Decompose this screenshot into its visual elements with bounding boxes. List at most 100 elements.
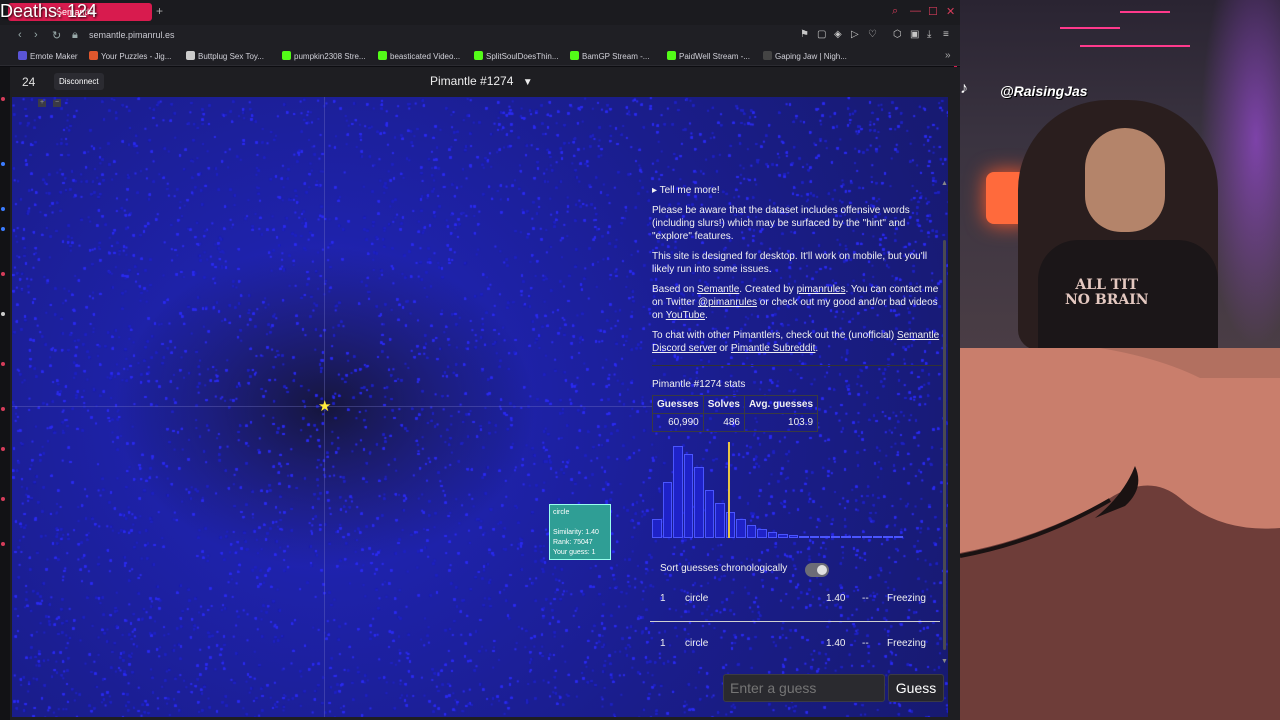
guess-word: circle xyxy=(685,593,709,604)
histogram-bar xyxy=(893,536,903,538)
author-link[interactable]: pimanrules xyxy=(797,284,846,295)
lock-icon: 🔒︎ xyxy=(72,29,78,41)
menu-icon[interactable]: ≡ xyxy=(943,29,949,40)
histogram-bar xyxy=(704,490,714,538)
credits: Based on Semantle. Created by pimanrules… xyxy=(652,284,939,321)
bookmark-favicon-icon xyxy=(474,51,483,60)
word-tooltip: circle Similarity: 1.40 Rank: 75047 Your… xyxy=(549,504,611,560)
url-field[interactable]: semantle.pimanrul.es xyxy=(89,30,175,40)
sidebar-dot[interactable] xyxy=(1,362,5,366)
page-title[interactable]: Pimantle #1274 ▼ xyxy=(430,74,533,88)
dropdown-caret-icon: ▼ xyxy=(522,77,533,88)
address-bar: ‹ › ↻ 🔒︎ semantle.pimanrul.es ⚑ ▢ ◈ ▷ ♡ … xyxy=(0,25,960,67)
guess-button[interactable]: Guess xyxy=(888,674,944,702)
bookmark-item[interactable]: pumpkin2308 Stre... xyxy=(282,51,366,61)
histogram-bar xyxy=(788,534,798,538)
scroll-up-icon[interactable]: ▲ xyxy=(941,180,948,187)
subreddit-link[interactable]: Pimantle Subreddit xyxy=(731,343,816,354)
bookmark-icon[interactable]: ⚑ xyxy=(800,29,809,40)
sidebar-dot[interactable] xyxy=(1,207,5,211)
stream-layout: Semantle + ⌕ — ☐ ✕ ‹ › ↻ 🔒︎ semantle.pim… xyxy=(0,0,1280,720)
sidebar-dot[interactable] xyxy=(1,497,5,501)
histogram-bar xyxy=(746,525,756,538)
guess-row: 1 circle 1.40 -- Freezing xyxy=(660,593,940,607)
scroll-down-icon[interactable]: ▼ xyxy=(941,658,948,665)
reload-icon[interactable]: ↻ xyxy=(52,29,61,42)
histogram-bar xyxy=(862,536,872,538)
tooltip-word: circle xyxy=(553,509,570,516)
new-tab-icon[interactable]: + xyxy=(156,4,163,18)
minimize-icon[interactable]: — xyxy=(910,5,921,17)
histogram-bar xyxy=(830,536,840,538)
webcam-feed: ALL TIT NO BRAIN xyxy=(960,0,1280,348)
desktop-note: This site is designed for desktop. It'll… xyxy=(652,251,928,275)
bookmark-label: Gaping Jaw | Nigh... xyxy=(775,52,847,61)
sidebar-strip xyxy=(0,67,10,720)
bookmark-item[interactable]: Your Puzzles - Jig... xyxy=(89,51,171,61)
bookmark-label: PaidWell Stream -... xyxy=(679,52,750,61)
offensive-warning: Please be aware that the dataset include… xyxy=(652,205,910,242)
stats-avg-guesses: 103.9 xyxy=(743,413,819,432)
panel-divider xyxy=(652,365,942,366)
bookmark-favicon-icon xyxy=(18,51,27,60)
tooltip-rank: Rank: 75047 xyxy=(553,539,593,546)
extensions-icon[interactable]: ⬡ xyxy=(893,29,902,40)
bookmark-item[interactable]: Buttplug Sex Toy... xyxy=(186,51,264,61)
download-icon[interactable]: ⤓ xyxy=(927,29,931,40)
bookmark-item[interactable]: Gaping Jaw | Nigh... xyxy=(763,51,847,61)
close-icon[interactable]: ✕ xyxy=(946,5,955,18)
histogram-bar xyxy=(809,535,819,538)
guess-similarity: 1.40 xyxy=(826,638,846,649)
histogram-bar xyxy=(715,503,725,538)
bookmark-favicon-icon xyxy=(570,51,579,60)
histogram-bar xyxy=(799,535,809,538)
bookmark-item[interactable]: beasticated Video... xyxy=(378,51,460,61)
screenshot-icon[interactable]: ▢ xyxy=(817,29,826,40)
scroll-thumb[interactable] xyxy=(943,240,946,650)
stats-solves: 486 xyxy=(702,413,745,432)
heart-icon[interactable]: ♡ xyxy=(868,29,877,40)
tell-me-more-toggle[interactable]: ▸ Tell me more! xyxy=(652,184,942,197)
sort-toggle[interactable] xyxy=(805,563,829,577)
bookmark-item[interactable]: BamGP Stream -... xyxy=(570,51,649,61)
bookmark-favicon-icon xyxy=(667,51,676,60)
guess-input[interactable] xyxy=(723,674,885,702)
sidebar-dot[interactable] xyxy=(1,162,5,166)
guess-counter: 24 xyxy=(22,75,36,89)
guess-number: 1 xyxy=(660,593,666,604)
streamer-face xyxy=(1085,128,1165,232)
twitter-link[interactable]: @pimanrules xyxy=(698,297,757,308)
search-icon[interactable]: ⌕ xyxy=(892,5,898,18)
youtube-link[interactable]: YouTube xyxy=(666,310,705,321)
bookmark-label: beasticated Video... xyxy=(390,52,461,61)
stats-table: Guesses Solves Avg. guesses 60,990 486 1… xyxy=(652,395,819,432)
bookmark-item[interactable]: Emote Maker xyxy=(18,51,78,61)
sidebar-dot[interactable] xyxy=(1,447,5,451)
sidebar-dot[interactable] xyxy=(1,542,5,546)
sidebar-dot[interactable] xyxy=(1,312,5,316)
shield-icon[interactable]: ◈ xyxy=(834,29,842,40)
bookmarks-overflow-icon[interactable]: » xyxy=(945,50,951,61)
sidebar-dot[interactable] xyxy=(1,97,5,101)
play-icon[interactable]: ▷ xyxy=(851,29,859,40)
forward-icon[interactable]: › xyxy=(34,29,38,41)
disconnect-button[interactable]: Disconnect xyxy=(54,73,104,90)
wallet-icon[interactable]: ▣ xyxy=(910,29,919,40)
sidebar-dot[interactable] xyxy=(1,272,5,276)
back-icon[interactable]: ‹ xyxy=(18,29,22,41)
bookmarks-bar: Emote Maker Your Puzzles - Jig... Buttplug… xyxy=(0,47,960,66)
bookmark-item[interactable]: SplitSoulDoesThin... xyxy=(474,51,558,61)
semantle-link[interactable]: Semantle xyxy=(697,284,739,295)
bookmark-item[interactable]: PaidWell Stream -... xyxy=(667,51,750,61)
sidebar-dot[interactable] xyxy=(1,227,5,231)
histogram-bar xyxy=(662,481,672,538)
maximize-icon[interactable]: ☐ xyxy=(928,5,938,18)
sidebar-dot[interactable] xyxy=(1,407,5,411)
panel-scrollbar[interactable]: ▲ ▼ xyxy=(940,180,948,670)
histogram-bar xyxy=(841,536,851,538)
shirt-print: ALL TIT NO BRAIN xyxy=(1065,277,1149,308)
histogram-bar xyxy=(652,518,662,538)
histogram-bar xyxy=(683,453,693,538)
guess-number: 1 xyxy=(660,638,666,649)
neon-bar xyxy=(1120,11,1170,13)
